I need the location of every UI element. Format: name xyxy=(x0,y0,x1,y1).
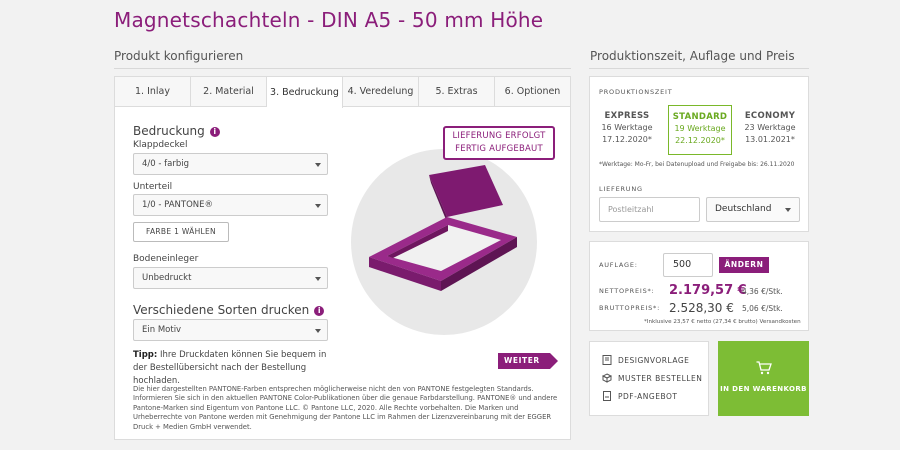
option-economy[interactable]: ECONOMY 23 Werktage 13.01.2021* xyxy=(738,105,802,155)
pantone-disclaimer: Die hier dargestellten PANTONE-Farben en… xyxy=(133,385,558,431)
delivery-badge: LIEFERUNG ERFOLGT FERTIG AUFGEBAUT xyxy=(443,126,555,160)
bedruckung-heading: Bedruckung i xyxy=(133,124,220,138)
tab-veredelung[interactable]: 4. Veredelung xyxy=(343,77,419,106)
link-pdf-offer[interactable]: PDF-ANGEBOT xyxy=(602,391,677,401)
unterteil-label: Unterteil xyxy=(133,182,173,192)
caret-down-icon xyxy=(785,208,791,212)
klappdeckel-select[interactable]: 4/0 - farbig xyxy=(133,153,328,175)
quantity-input[interactable]: 500 xyxy=(663,253,713,277)
links-panel: DESIGNVORLAGE MUSTER BESTELLEN PDF-ANGEB… xyxy=(589,341,709,416)
unterteil-value: 1/0 - PANTONE® xyxy=(142,200,214,210)
option-title: STANDARD xyxy=(672,112,728,122)
production-panel: PRODUKTIONSZEIT EXPRESS 16 Werktage 17.1… xyxy=(589,76,809,232)
workday-note: *Werktage: Mo-Fr, bei Datenupload und Fr… xyxy=(599,161,795,168)
country-value: Deutschland xyxy=(715,204,772,214)
tab-material[interactable]: 2. Material xyxy=(191,77,267,106)
quantity-label: AUFLAGE: xyxy=(599,261,638,269)
magnetic-box-image xyxy=(369,165,517,291)
link-order-sample[interactable]: MUSTER BESTELLEN xyxy=(602,373,702,383)
option-date: 13.01.2021* xyxy=(745,135,795,144)
option-express[interactable]: EXPRESS 16 Werktage 17.12.2020* xyxy=(595,105,659,155)
option-days: 23 Werktage xyxy=(744,123,796,132)
option-days: 16 Werktage xyxy=(601,123,653,132)
next-button[interactable]: WEITER xyxy=(498,353,558,369)
caret-down-icon xyxy=(315,277,321,281)
gross-price-label: BRUTTOPREIS*: xyxy=(599,304,661,312)
badge-line-2: FERTIG AUFGEBAUT xyxy=(455,144,543,154)
document-icon xyxy=(602,355,612,365)
bodeneinleger-label: Bodeneinleger xyxy=(133,254,199,264)
caret-down-icon xyxy=(315,329,321,333)
config-panel: 1. Inlay 2. Material 3. Bedruckung 4. Ve… xyxy=(114,76,571,440)
section-title-configure: Produkt konfigurieren xyxy=(114,49,244,63)
gross-unit-price: 5,06 €/Stk. xyxy=(742,304,783,313)
add-to-cart-button[interactable]: IN DEN WARENKORB xyxy=(718,341,809,416)
link-label: DESIGNVORLAGE xyxy=(618,355,690,365)
caret-down-icon xyxy=(315,163,321,167)
info-icon[interactable]: i xyxy=(314,306,325,316)
option-date: 22.12.2020* xyxy=(675,136,725,145)
info-icon[interactable]: i xyxy=(209,127,220,137)
country-select[interactable]: Deutschland xyxy=(706,197,800,222)
net-price: 2.179,57 € xyxy=(669,283,747,298)
option-date: 17.12.2020* xyxy=(602,135,652,144)
sorten-heading-text: Verschiedene Sorten drucken xyxy=(133,303,310,317)
divider xyxy=(589,68,809,69)
option-title: ECONOMY xyxy=(744,111,796,121)
bedruckung-heading-text: Bedruckung xyxy=(133,124,205,138)
pdf-icon xyxy=(603,391,611,401)
sorten-select[interactable]: Ein Motiv xyxy=(133,319,328,341)
cart-button-label: IN DEN WARENKORB xyxy=(720,385,807,393)
tab-optionen[interactable]: 6. Optionen xyxy=(495,77,570,106)
klappdeckel-value: 4/0 - farbig xyxy=(142,159,189,169)
vat-note: *Inklusive 23,57 € netto (27,34 € brutto… xyxy=(644,319,801,325)
link-label: PDF-ANGEBOT xyxy=(618,391,678,401)
tip-text: Tipp: Ihre Druckdaten können Sie bequem … xyxy=(133,349,343,388)
tip-label: Tipp: xyxy=(133,350,158,360)
divider xyxy=(114,68,571,69)
cart-icon xyxy=(756,361,772,375)
change-quantity-button[interactable]: ÄNDERN xyxy=(719,257,769,273)
caret-down-icon xyxy=(315,204,321,208)
option-title: EXPRESS xyxy=(604,111,650,121)
bodeneinleger-select[interactable]: Unbedruckt xyxy=(133,267,328,289)
choose-color-button[interactable]: FARBE 1 WÄHLEN xyxy=(133,222,229,242)
price-panel: AUFLAGE: 500 ÄNDERN NETTOPREIS*: 2.179,5… xyxy=(589,241,809,331)
net-unit-price: 4,36 €/Stk. xyxy=(742,287,783,296)
klappdeckel-label: Klappdeckel xyxy=(133,140,188,150)
box-lid-inner xyxy=(429,165,503,217)
tip-body: Ihre Druckdaten können Sie bequem in der… xyxy=(133,350,327,386)
option-standard[interactable]: STANDARD 19 Werktage 22.12.2020* xyxy=(668,105,732,155)
unterteil-select[interactable]: 1/0 - PANTONE® xyxy=(133,194,328,216)
production-label: PRODUKTIONSZEIT xyxy=(599,88,673,96)
tab-bedruckung[interactable]: 3. Bedruckung xyxy=(267,77,343,108)
bodeneinleger-value: Unbedruckt xyxy=(142,273,192,283)
link-design-template[interactable]: DESIGNVORLAGE xyxy=(602,355,689,365)
sorten-heading: Verschiedene Sorten drucken i xyxy=(133,303,325,317)
page-title: Magnetschachteln - DIN A5 - 50 mm Höhe xyxy=(114,8,544,32)
delivery-label: LIEFERUNG xyxy=(599,185,643,193)
tab-extras[interactable]: 5. Extras xyxy=(419,77,495,106)
sorten-value: Ein Motiv xyxy=(142,325,182,335)
gross-price: 2.528,30 € xyxy=(669,301,734,315)
badge-line-1: LIEFERUNG ERFOLGT xyxy=(452,131,546,141)
config-tabs: 1. Inlay 2. Material 3. Bedruckung 4. Ve… xyxy=(115,77,570,108)
box-icon xyxy=(602,373,612,383)
link-label: MUSTER BESTELLEN xyxy=(618,373,703,383)
tab-inlay[interactable]: 1. Inlay xyxy=(115,77,191,106)
zip-input[interactable]: Postleitzahl xyxy=(599,197,700,222)
option-days: 19 Werktage xyxy=(674,124,726,133)
section-title-production: Produktionszeit, Auflage und Preis xyxy=(590,49,795,63)
net-price-label: NETTOPREIS*: xyxy=(599,287,655,295)
